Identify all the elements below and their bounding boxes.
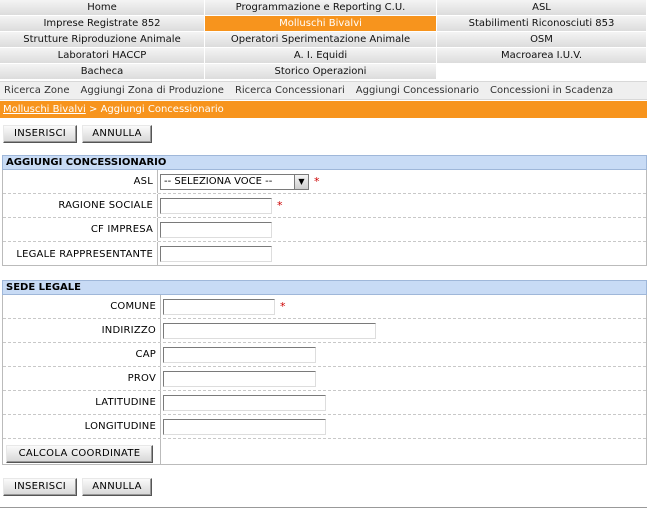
submenu-aggiungi-zona[interactable]: Aggiungi Zona di Produzione bbox=[81, 85, 224, 96]
menu-empty bbox=[437, 64, 647, 80]
prov-label: PROV bbox=[3, 367, 161, 390]
menu-bacheca[interactable]: Bacheca bbox=[0, 64, 205, 80]
row-cf-impresa: CF IMPRESA bbox=[3, 218, 646, 242]
row-latitudine: LATITUDINE bbox=[3, 391, 646, 415]
menu-home[interactable]: Home bbox=[0, 0, 205, 16]
insert-button-bottom[interactable]: INSERISCI bbox=[3, 478, 77, 496]
required-asterisk: * bbox=[280, 300, 286, 313]
cf-impresa-input[interactable] bbox=[160, 221, 272, 238]
row-longitudine: LONGITUDINE bbox=[3, 415, 646, 439]
row-legale-rappresentante: LEGALE RAPPRESENTANTE bbox=[3, 242, 646, 266]
row-indirizzo: INDIRIZZO bbox=[3, 319, 646, 343]
submenu-ricerca-zone[interactable]: Ricerca Zone bbox=[4, 85, 70, 96]
menu-asl[interactable]: ASL bbox=[437, 0, 647, 16]
submenu-aggiungi-concessionario[interactable]: Aggiungi Concessionario bbox=[356, 85, 479, 96]
menu-equidi[interactable]: A. I. Equidi bbox=[205, 48, 437, 64]
asl-label: ASL bbox=[3, 170, 158, 193]
comune-label: COMUNE bbox=[3, 295, 161, 318]
breadcrumb-current: Aggiungi Concessionario bbox=[100, 104, 224, 115]
menu-osm[interactable]: OSM bbox=[437, 32, 647, 48]
submenu-concessioni-scadenza[interactable]: Concessioni in Scadenza bbox=[490, 85, 613, 96]
bottom-divider bbox=[0, 507, 647, 508]
chevron-down-icon[interactable]: ▼ bbox=[294, 174, 308, 189]
section-sede-legale-title: SEDE LEGALE bbox=[2, 280, 647, 295]
required-asterisk: * bbox=[314, 175, 320, 188]
asl-select-value: -- SELEZIONA VOCE -- bbox=[164, 175, 273, 187]
prov-input[interactable] bbox=[163, 370, 316, 387]
row-ragione-sociale: RAGIONE SOCIALE * bbox=[3, 194, 646, 218]
row-prov: PROV bbox=[3, 367, 646, 391]
submenu-ricerca-concessionari[interactable]: Ricerca Concessionari bbox=[235, 85, 345, 96]
menu-strutture[interactable]: Strutture Riproduzione Animale bbox=[0, 32, 205, 48]
calcola-coordinate-button[interactable]: CALCOLA COORDINATE bbox=[6, 445, 153, 463]
required-asterisk: * bbox=[277, 199, 283, 212]
legale-rappresentante-input[interactable] bbox=[160, 246, 272, 262]
submenu: Ricerca Zone Aggiungi Zona di Produzione… bbox=[0, 81, 647, 100]
ragione-sociale-input[interactable] bbox=[160, 197, 272, 214]
menu-operatori[interactable]: Operatori Sperimentazione Animale bbox=[205, 32, 437, 48]
longitudine-label: LONGITUDINE bbox=[3, 415, 161, 438]
concessionario-form: ASL -- SELEZIONA VOCE -- ▼ * RAGIONE SOC… bbox=[2, 170, 647, 266]
indirizzo-label: INDIRIZZO bbox=[3, 319, 161, 342]
sede-legale-form: COMUNE * INDIRIZZO CAP PROV LATITUDINE L… bbox=[2, 295, 647, 465]
comune-input[interactable] bbox=[163, 298, 275, 315]
cancel-button-bottom[interactable]: ANNULLA bbox=[82, 478, 152, 496]
ragione-sociale-label: RAGIONE SOCIALE bbox=[3, 194, 158, 217]
row-comune: COMUNE * bbox=[3, 295, 646, 319]
menu-stabilimenti[interactable]: Stabilimenti Riconosciuti 853 bbox=[437, 16, 647, 32]
menu-programmazione[interactable]: Programmazione e Reporting C.U. bbox=[205, 0, 437, 16]
breadcrumb-link-molluschi[interactable]: Molluschi Bivalvi bbox=[3, 104, 86, 115]
breadcrumb: Molluschi Bivalvi > Aggiungi Concessiona… bbox=[0, 101, 647, 118]
row-asl: ASL -- SELEZIONA VOCE -- ▼ * bbox=[3, 170, 646, 194]
latitudine-label: LATITUDINE bbox=[3, 391, 161, 414]
main-menu: Home Programmazione e Reporting C.U. ASL… bbox=[0, 0, 647, 80]
cancel-button-top[interactable]: ANNULLA bbox=[82, 125, 152, 143]
menu-molluschi[interactable]: Molluschi Bivalvi bbox=[205, 16, 437, 32]
cap-input[interactable] bbox=[163, 346, 316, 363]
latitudine-input[interactable] bbox=[163, 394, 326, 411]
menu-laboratori[interactable]: Laboratori HACCP bbox=[0, 48, 205, 64]
cap-label: CAP bbox=[3, 343, 161, 366]
indirizzo-input[interactable] bbox=[163, 322, 376, 339]
insert-button-top[interactable]: INSERISCI bbox=[3, 125, 77, 143]
cf-impresa-label: CF IMPRESA bbox=[3, 218, 158, 241]
longitudine-input[interactable] bbox=[163, 418, 326, 435]
legale-rappresentante-label: LEGALE RAPPRESENTANTE bbox=[3, 242, 158, 266]
row-cap: CAP bbox=[3, 343, 646, 367]
section-aggiungi-concessionario-title: AGGIUNGI CONCESSIONARIO bbox=[2, 155, 647, 170]
menu-macroarea[interactable]: Macroarea I.U.V. bbox=[437, 48, 647, 64]
asl-select[interactable]: -- SELEZIONA VOCE -- ▼ bbox=[160, 173, 309, 190]
menu-imprese[interactable]: Imprese Registrate 852 bbox=[0, 16, 205, 32]
menu-storico[interactable]: Storico Operazioni bbox=[205, 64, 437, 80]
breadcrumb-separator: > bbox=[85, 104, 101, 115]
